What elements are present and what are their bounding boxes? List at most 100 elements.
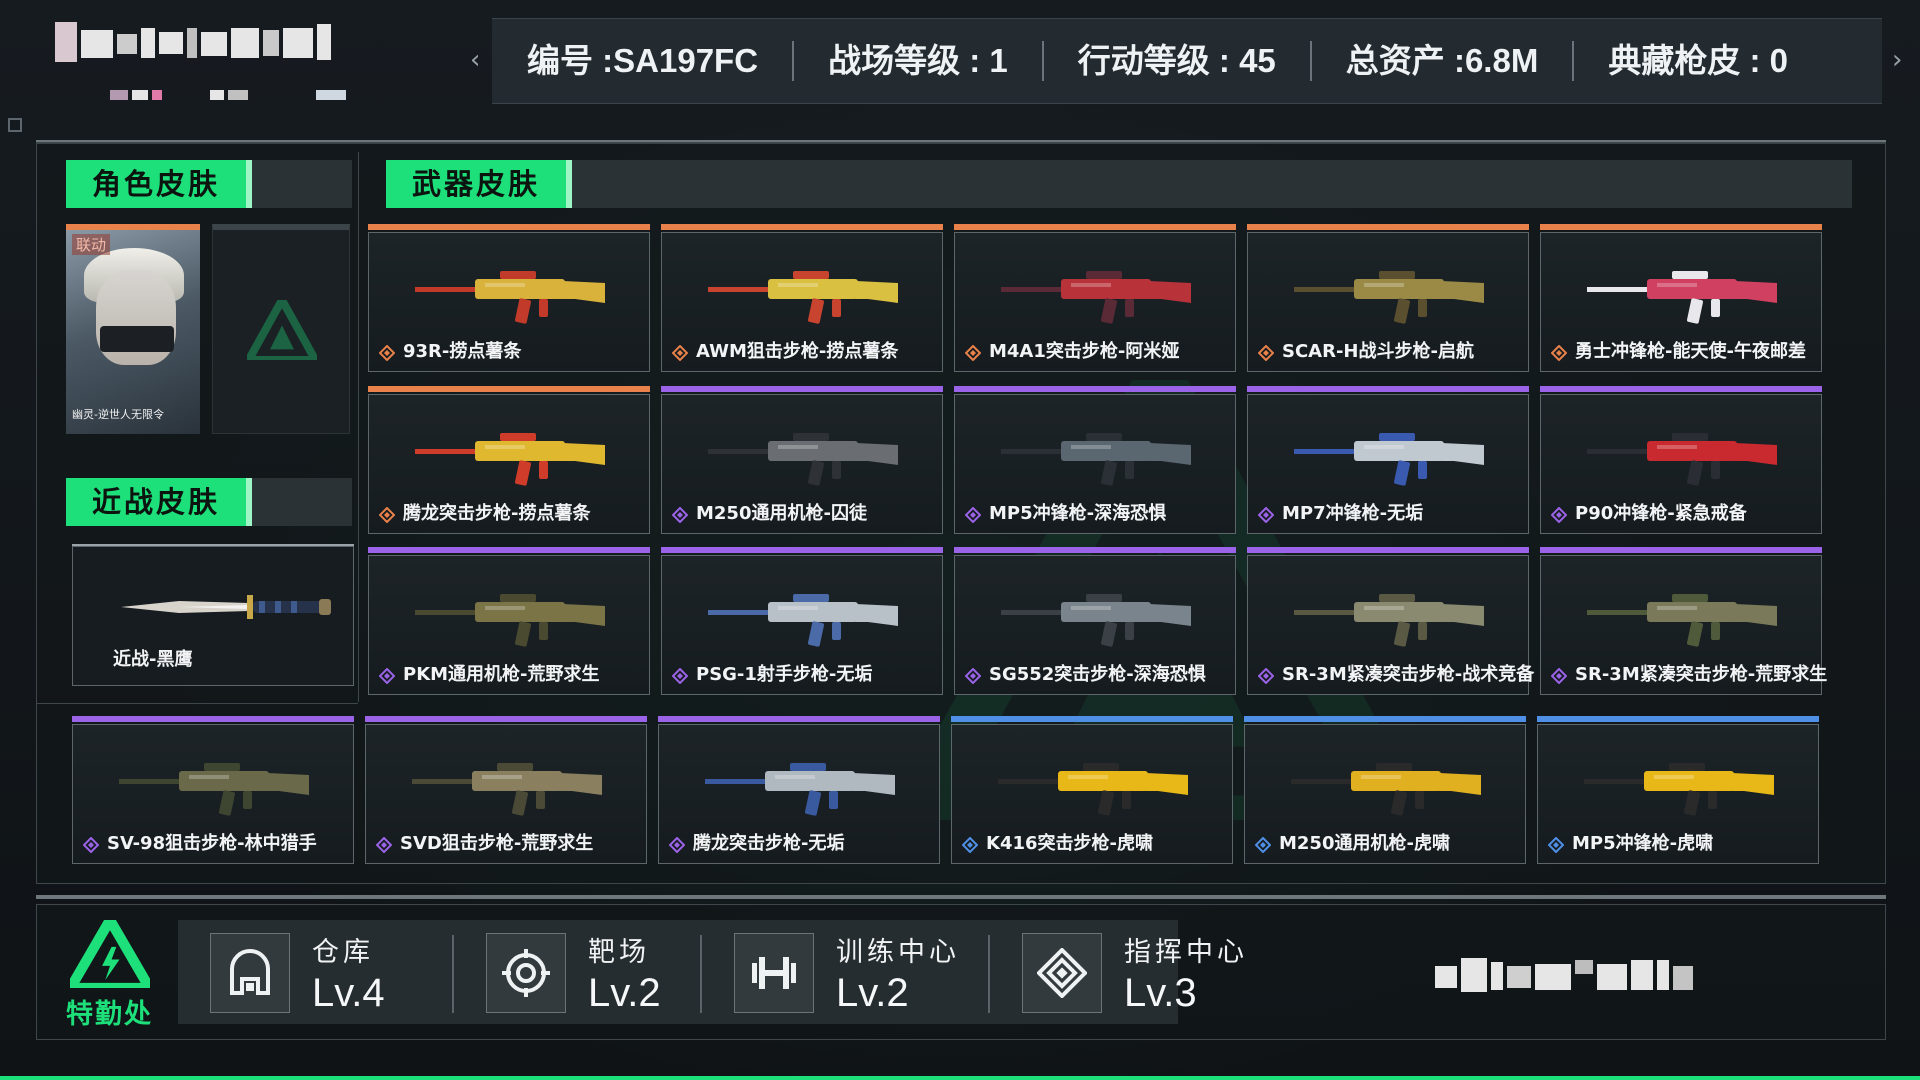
weapon-skin-card[interactable]: SG552突击步枪-深海恐惧 — [954, 555, 1236, 695]
weapon-skin-name: PKM通用机枪-荒野求生 — [403, 664, 600, 685]
facility-training[interactable]: 训练中心 Lv.2 — [734, 932, 960, 1015]
weapon-skin-card[interactable]: K416突击步枪-虎啸 — [951, 724, 1233, 864]
header-prev-arrow[interactable]: ‹ — [470, 45, 480, 75]
header-next-arrow[interactable]: › — [1892, 45, 1902, 75]
weapon-skin-card[interactable]: PKM通用机枪-荒野求生 — [368, 555, 650, 695]
weapon-skin-card[interactable]: MP5冲锋枪-深海恐惧 — [954, 394, 1236, 534]
rifle-icon — [415, 271, 605, 324]
melee-skin-header: 近战皮肤 — [66, 478, 352, 526]
rifle-icon — [705, 763, 895, 816]
weapon-skin-name: 勇士冲锋枪-能天使-午夜邮差 — [1575, 341, 1806, 362]
facility-command[interactable]: 指挥中心 Lv.3 — [1022, 932, 1248, 1015]
weapon-skin-card[interactable]: 腾龙突击步枪-无垢 — [658, 724, 940, 864]
weapon-skin-card[interactable]: M4A1突击步枪-阿米娅 — [954, 232, 1236, 372]
panel-divider-h — [36, 703, 358, 704]
weapon-skin-card[interactable]: MP5冲锋枪-虎啸 — [1537, 724, 1819, 864]
header-tail — [252, 478, 352, 526]
rarity-diamond-icon — [965, 668, 981, 684]
knife-icon — [121, 595, 331, 619]
weapon-skin-card[interactable]: AWM狙击步枪-捞点薯条 — [661, 232, 943, 372]
rarity-diamond-icon — [965, 507, 981, 523]
character-mask — [100, 326, 174, 352]
weapon-skin-name: SV-98狙击步枪-林中猎手 — [107, 833, 317, 854]
rifle-icon — [1001, 271, 1191, 324]
rarity-diamond-icon — [672, 668, 688, 684]
weapon-rarity-bar — [954, 224, 1236, 230]
rarity-diamond-icon — [83, 837, 99, 853]
facility-name: 仓库 — [312, 937, 374, 968]
character-skin-card[interactable]: 联动 幽灵-逆世人无限令 — [66, 224, 200, 434]
weapon-skin-name: AWM狙击步枪-捞点薯条 — [696, 341, 899, 362]
bottom-accent-line — [0, 1076, 1920, 1080]
weapon-skin-name: 93R-捞点薯条 — [403, 341, 522, 362]
weapon-rarity-bar — [951, 716, 1233, 722]
weapon-skin-card[interactable]: PSG-1射手步枪-无垢 — [661, 555, 943, 695]
rifle-icon — [1294, 433, 1484, 486]
weapon-skin-card[interactable]: SR-3M紧凑突击步枪-战术竞备 — [1247, 555, 1534, 695]
rarity-diamond-icon — [379, 668, 395, 684]
weapon-skin-name: SR-3M紧凑突击步枪-荒野求生 — [1575, 664, 1828, 685]
facility-range[interactable]: 靶场 Lv.2 — [486, 932, 661, 1015]
rifle-icon — [415, 433, 605, 486]
rifle-icon — [1001, 433, 1191, 486]
rifle-icon — [708, 433, 898, 486]
weapon-skin-card[interactable]: 93R-捞点薯条 — [368, 232, 650, 372]
weapon-rarity-bar — [661, 386, 943, 392]
weapon-rarity-bar — [368, 386, 650, 392]
weapon-rarity-bar — [954, 386, 1236, 392]
melee-skin-card[interactable]: 近战-黑鹰 — [72, 546, 354, 686]
rifle-icon — [1587, 433, 1777, 486]
weapon-skin-name: M250通用机枪-虎啸 — [1279, 833, 1450, 854]
weapon-skin-card[interactable]: 腾龙突击步枪-捞点薯条 — [368, 394, 650, 534]
weapon-skin-name: SCAR-H战斗步枪-启航 — [1282, 341, 1474, 362]
melee-skin-name: 近战-黑鹰 — [113, 649, 193, 670]
rifle-icon — [1001, 594, 1191, 647]
weapon-skin-header: 武器皮肤 — [386, 160, 1852, 208]
weapon-skin-name: P90冲锋枪-紧急戒备 — [1575, 503, 1747, 524]
rifle-icon — [1587, 594, 1777, 647]
weapon-skin-card[interactable]: 勇士冲锋枪-能天使-午夜邮差 — [1540, 232, 1822, 372]
weapon-skin-card[interactable]: MP7冲锋枪-无垢 — [1247, 394, 1529, 534]
weapon-skin-name: M250通用机枪-囚徒 — [696, 503, 867, 524]
character-skin-caption: 幽灵-逆世人无限令 — [72, 408, 164, 421]
rarity-diamond-icon — [376, 837, 392, 853]
weapon-skin-card[interactable]: SR-3M紧凑突击步枪-荒野求生 — [1540, 555, 1827, 695]
facility-level: Lv.2 — [588, 971, 661, 1015]
weapon-skin-card[interactable]: SV-98狙击步枪-林中猎手 — [72, 724, 354, 864]
name-mosaic-row2 — [110, 90, 346, 100]
weapon-skin-name: MP5冲锋枪-深海恐惧 — [989, 503, 1167, 524]
weapon-skin-card[interactable]: M250通用机枪-囚徒 — [661, 394, 943, 534]
weapon-rarity-bar — [1247, 547, 1529, 553]
facility-separator — [700, 935, 702, 1013]
rarity-diamond-icon — [1548, 837, 1564, 853]
bottom-top-line — [36, 895, 1886, 899]
stat-operation-level: 行动等级 : 45 — [1041, 41, 1310, 81]
melee-skin-title: 近战皮肤 — [66, 478, 253, 526]
rifle-icon — [119, 763, 309, 816]
facility-warehouse[interactable]: 仓库 Lv.4 — [210, 932, 385, 1015]
weapon-skin-name: SG552突击步枪-深海恐惧 — [989, 664, 1206, 685]
warehouse-icon — [210, 933, 290, 1013]
weapon-skin-name: 腾龙突击步枪-无垢 — [693, 833, 845, 854]
rifle-icon — [1294, 271, 1484, 324]
rifle-icon — [1294, 594, 1484, 647]
rifle-icon — [412, 763, 602, 816]
rarity-diamond-icon — [1551, 345, 1567, 361]
facility-level: Lv.3 — [1124, 971, 1197, 1015]
weapon-skin-card[interactable]: SCAR-H战斗步枪-启航 — [1247, 232, 1529, 372]
rarity-diamond-icon — [669, 837, 685, 853]
rarity-diamond-icon — [962, 837, 978, 853]
weapon-skin-card[interactable]: M250通用机枪-虎啸 — [1244, 724, 1526, 864]
rifle-icon — [415, 594, 605, 647]
weapon-skin-card[interactable]: SVD狙击步枪-荒野求生 — [365, 724, 647, 864]
weapon-skin-name: SR-3M紧凑突击步枪-战术竞备 — [1282, 664, 1535, 685]
stat-collection-skins: 典藏枪皮 : 0 — [1572, 41, 1822, 81]
name-mosaic-row — [55, 22, 331, 62]
facility-separator — [452, 935, 454, 1013]
rifle-icon — [998, 763, 1188, 816]
collab-badge: 联动 — [72, 234, 111, 255]
weapon-rarity-bar — [658, 716, 940, 722]
character-skin-empty-slot[interactable] — [212, 224, 350, 434]
weapon-rarity-bar — [1537, 716, 1819, 722]
weapon-skin-card[interactable]: P90冲锋枪-紧急戒备 — [1540, 394, 1822, 534]
